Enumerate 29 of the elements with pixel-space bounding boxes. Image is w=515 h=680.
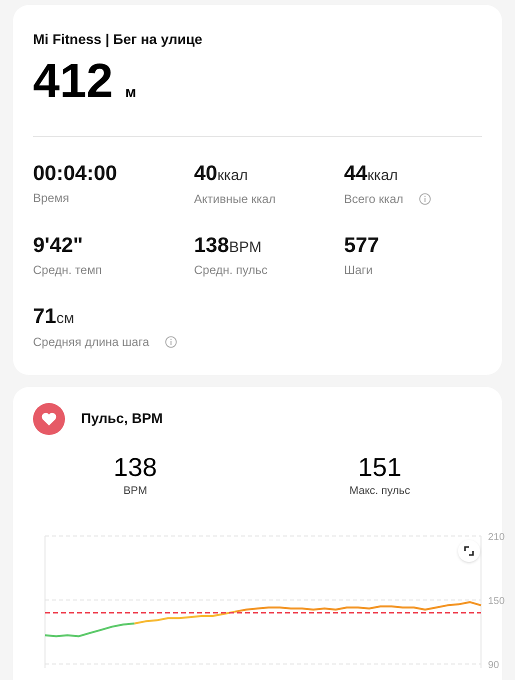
stat-value: 71 <box>33 304 56 330</box>
stat-label: Время <box>33 190 70 208</box>
stat-value: 00:04:00 <box>33 161 118 187</box>
distance-unit: м <box>125 83 136 103</box>
stat-value: 44 <box>344 161 368 187</box>
stat-label: Активные ккал <box>194 190 276 208</box>
axis-tick-label: 150 <box>488 596 505 606</box>
heart-rate-label: Макс. пульс <box>349 484 410 499</box>
stat-label: Средн. темп <box>33 262 102 279</box>
stat-value: 40 <box>194 161 218 187</box>
stat-value: 9'42" <box>33 232 83 258</box>
distance-value: 412 <box>33 58 114 106</box>
stat-label: Средняя длина шага <box>33 334 150 350</box>
heart-rate-value: 138 <box>114 450 157 483</box>
stat-unit: BPM <box>229 238 262 258</box>
section-title: Пульс, BPM <box>81 409 163 428</box>
stat-value: 138 <box>194 232 230 258</box>
stat-unit: см <box>56 309 74 329</box>
stat-label: Шаги <box>344 262 373 279</box>
stat-unit: ккал <box>367 167 398 186</box>
axis-tick-label: 210 <box>488 532 505 542</box>
workout-title: Mi Fitness | Бег на улице <box>33 30 204 50</box>
stat-label: Средн. пульс <box>194 262 268 279</box>
heart-rate-label: BPM <box>123 484 148 499</box>
stat-label: Всего ккал <box>344 190 404 208</box>
heart-rate-value: 151 <box>358 450 402 483</box>
axis-tick-label: 90 <box>488 660 500 668</box>
stat-unit: ккал <box>217 166 248 186</box>
stat-value: 577 <box>344 232 380 258</box>
